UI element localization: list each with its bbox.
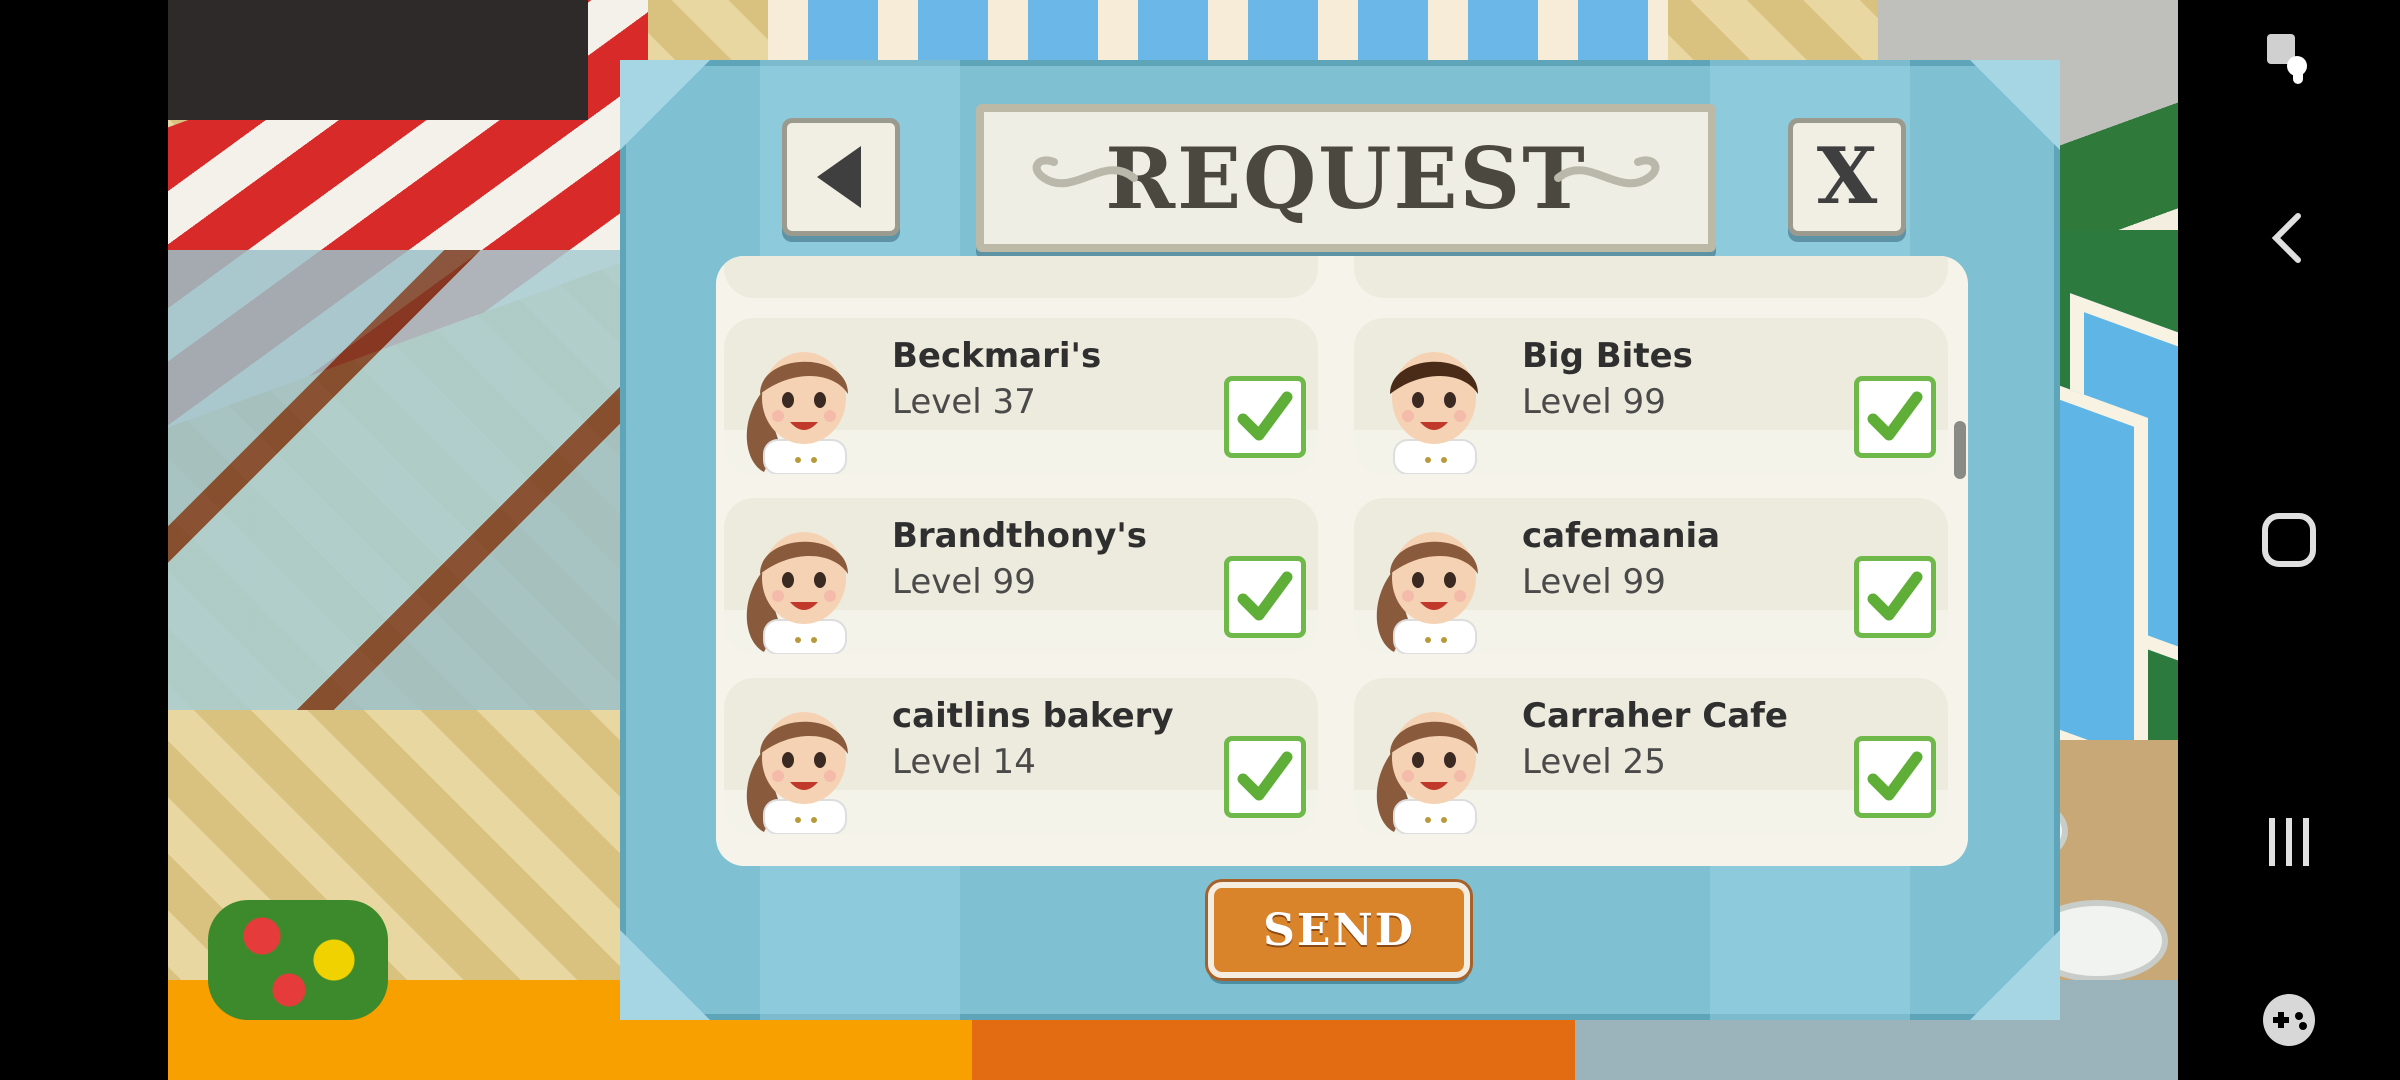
select-checkbox[interactable] xyxy=(1224,736,1306,818)
request-dialog: REQUEST X Beckmari's Level 37 Big Bites Lev… xyxy=(620,60,2060,1020)
select-checkbox[interactable] xyxy=(1854,736,1936,818)
friend-list[interactable]: Beckmari's Level 37 Big Bites Level 99 Brand… xyxy=(716,256,1968,866)
female-chef-icon xyxy=(746,712,848,834)
friend-name: Brandthony's xyxy=(892,516,1147,556)
accessibility-touch-icon[interactable] xyxy=(2178,28,2400,88)
friend-level: Level 14 xyxy=(892,742,1036,782)
dialog-corner xyxy=(620,60,710,150)
close-icon: X xyxy=(1816,131,1878,222)
checkmark-icon xyxy=(1867,571,1923,621)
select-checkbox[interactable] xyxy=(1854,376,1936,458)
checkmark-icon xyxy=(1237,391,1293,441)
friend-level: Level 37 xyxy=(892,382,1036,422)
friend-card[interactable]: caitlins bakery Level 14 xyxy=(724,678,1318,834)
list-item-partial xyxy=(1354,256,1948,298)
friend-name: Beckmari's xyxy=(892,336,1102,376)
friend-card[interactable]: Brandthony's Level 99 xyxy=(724,498,1318,654)
send-button[interactable]: SEND xyxy=(1208,882,1470,978)
select-checkbox[interactable] xyxy=(1224,376,1306,458)
friend-name: Big Bites xyxy=(1522,336,1693,376)
back-triangle-icon xyxy=(817,146,861,208)
game-controller-icon[interactable] xyxy=(2178,990,2400,1050)
checkmark-icon xyxy=(1867,751,1923,801)
send-label: SEND xyxy=(1263,904,1415,956)
friend-level: Level 25 xyxy=(1522,742,1666,782)
friend-card[interactable]: cafemania Level 99 xyxy=(1354,498,1948,654)
window-blinds xyxy=(768,0,1668,60)
dialog-title: REQUEST xyxy=(1105,128,1587,228)
list-item-partial xyxy=(724,256,1318,298)
female-chef-icon xyxy=(746,352,848,474)
dialog-corner xyxy=(1970,930,2060,1020)
friend-level: Level 99 xyxy=(1522,562,1666,602)
friend-card[interactable]: Beckmari's Level 37 xyxy=(724,318,1318,474)
right-swirl-icon xyxy=(1554,156,1660,188)
friend-level: Level 99 xyxy=(1522,382,1666,422)
home-square-icon[interactable] xyxy=(2178,510,2400,570)
dialog-corner xyxy=(1970,60,2060,150)
checkmark-icon xyxy=(1237,571,1293,621)
female-chef-icon xyxy=(1376,712,1478,834)
male-chef-icon xyxy=(1390,352,1478,474)
recents-icon[interactable] xyxy=(2178,812,2400,872)
friend-name: caitlins bakery xyxy=(892,696,1174,736)
close-button[interactable]: X xyxy=(1788,118,1906,236)
checkmark-icon xyxy=(1237,751,1293,801)
female-chef-icon xyxy=(1376,532,1478,654)
flower-pot xyxy=(208,900,388,1020)
select-checkbox[interactable] xyxy=(1224,556,1306,638)
back-chevron-icon[interactable] xyxy=(2178,208,2400,268)
dining-tables xyxy=(168,250,628,710)
kitchen-counter xyxy=(168,0,588,120)
title-plate: REQUEST xyxy=(976,104,1716,252)
system-navigation-bar xyxy=(2178,0,2400,1080)
friend-card[interactable]: Big Bites Level 99 xyxy=(1354,318,1948,474)
back-button[interactable] xyxy=(782,118,900,236)
friend-name: cafemania xyxy=(1522,516,1721,556)
game-background: REQUEST X Beckmari's Level 37 Big Bites Lev… xyxy=(168,0,2178,1080)
friend-level: Level 99 xyxy=(892,562,1036,602)
friend-card[interactable]: Carraher Cafe Level 25 xyxy=(1354,678,1948,834)
select-checkbox[interactable] xyxy=(1854,556,1936,638)
friend-name: Carraher Cafe xyxy=(1522,696,1788,736)
female-chef-icon xyxy=(746,532,848,654)
scrollbar-thumb[interactable] xyxy=(1954,421,1966,479)
left-swirl-icon xyxy=(1032,156,1138,188)
checkmark-icon xyxy=(1867,391,1923,441)
dialog-corner xyxy=(620,930,710,1020)
